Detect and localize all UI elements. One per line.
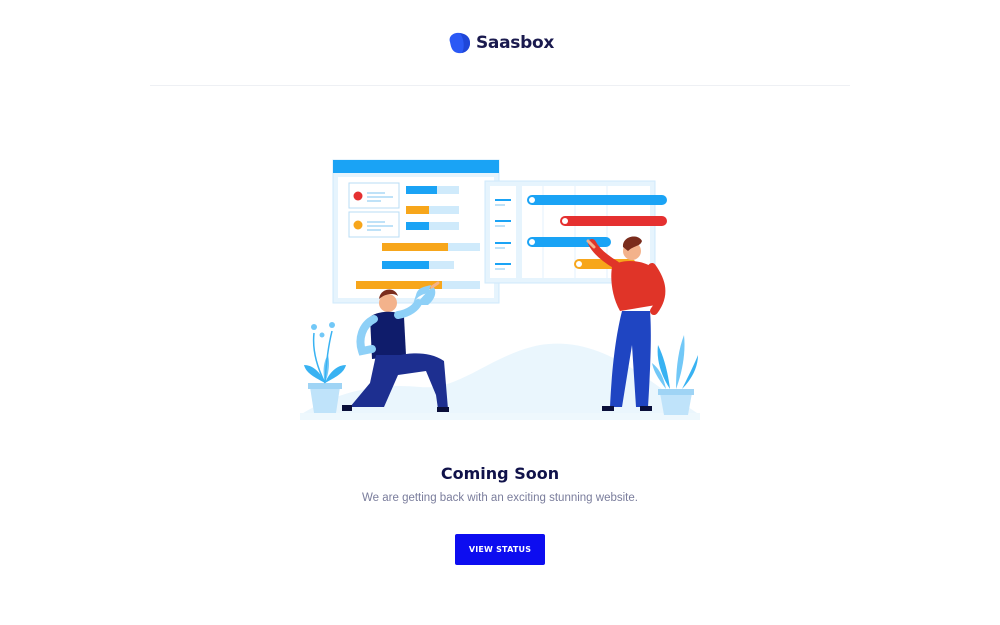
brand-name: Saasbox xyxy=(475,32,555,53)
page-subtitle: We are getting back with an exciting stu… xyxy=(362,492,638,504)
page-title: Coming Soon xyxy=(440,464,560,483)
blob-logo-icon xyxy=(449,32,470,53)
team-planning-board-illustration xyxy=(300,159,700,420)
page: Saasbox Coming Soon We are getting back … xyxy=(0,0,1000,625)
brand-link[interactable]: Saasbox xyxy=(446,30,554,56)
view-status-button[interactable]: VIEW STATUS xyxy=(455,534,545,565)
site-header: Saasbox xyxy=(150,0,850,86)
